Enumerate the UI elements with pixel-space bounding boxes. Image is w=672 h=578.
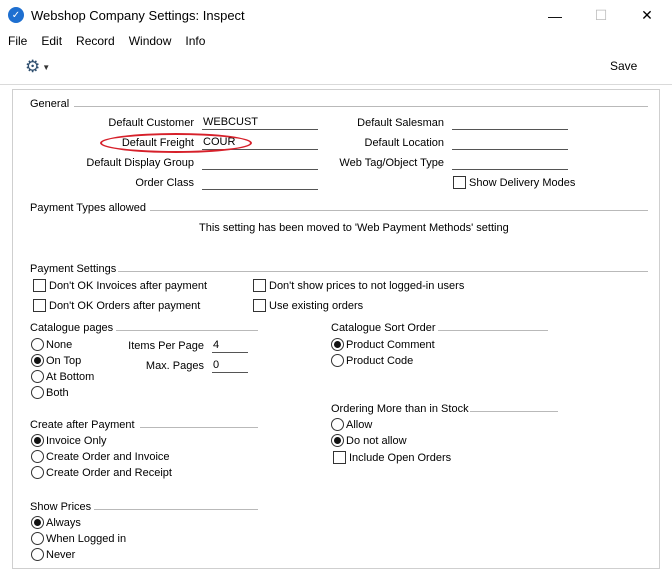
default-location-label: Default Location <box>364 137 445 149</box>
show-prices-title: Show Prices <box>30 501 92 513</box>
always-radio[interactable] <box>31 516 44 529</box>
include-open-orders-label: Include Open Orders <box>349 452 452 464</box>
catalogue-at-bottom-radio[interactable] <box>31 370 44 383</box>
when-logged-in-label: When Logged in <box>46 533 127 545</box>
general-divider <box>74 106 648 107</box>
catalogue-pages-divider <box>116 330 258 331</box>
payment-types-divider <box>150 210 648 211</box>
catalogue-none-radio[interactable] <box>31 338 44 351</box>
payment-settings-title: Payment Settings <box>30 263 117 275</box>
default-customer-field[interactable]: WEBCUST <box>202 116 318 130</box>
max-pages-label: Max. Pages <box>145 360 204 372</box>
web-tag-field[interactable] <box>452 156 568 170</box>
default-display-group-label: Default Display Group <box>86 157 194 169</box>
highlight-ellipse <box>100 133 252 153</box>
dont-show-prices-label: Don't show prices to not logged-in users <box>269 280 465 292</box>
items-per-page-field[interactable]: 4 <box>212 339 248 353</box>
web-tag-label: Web Tag/Object Type <box>339 157 444 169</box>
never-radio[interactable] <box>31 548 44 561</box>
use-existing-orders-checkbox[interactable] <box>253 299 266 312</box>
catalogue-both-label: Both <box>46 387 69 399</box>
default-salesman-label: Default Salesman <box>357 117 444 129</box>
create-order-invoice-label: Create Order and Invoice <box>46 451 170 463</box>
general-section-title: General <box>30 98 70 110</box>
dont-ok-invoices-checkbox[interactable] <box>33 279 46 292</box>
dont-ok-orders-checkbox[interactable] <box>33 299 46 312</box>
catalogue-on-top-label: On Top <box>46 355 82 367</box>
max-pages-field[interactable]: 0 <box>212 359 248 373</box>
show-delivery-modes-label: Show Delivery Modes <box>469 177 576 189</box>
ordering-more-divider <box>470 411 558 412</box>
catalogue-on-top-radio[interactable] <box>31 354 44 367</box>
items-per-page-label: Items Per Page <box>128 340 204 352</box>
sort-product-code-radio[interactable] <box>331 354 344 367</box>
sort-product-code-label: Product Code <box>346 355 414 367</box>
catalogue-sort-title: Catalogue Sort Order <box>331 322 436 334</box>
when-logged-in-radio[interactable] <box>31 532 44 545</box>
do-not-allow-radio[interactable] <box>331 434 344 447</box>
include-open-orders-checkbox[interactable] <box>333 451 346 464</box>
payment-types-title: Payment Types allowed <box>30 202 146 214</box>
order-class-label: Order Class <box>135 177 194 189</box>
sort-product-comment-label: Product Comment <box>346 339 435 351</box>
payment-settings-divider <box>118 271 648 272</box>
dont-ok-orders-label: Don't OK Orders after payment <box>49 300 201 312</box>
default-location-field[interactable] <box>452 136 568 150</box>
do-not-allow-label: Do not allow <box>346 435 407 447</box>
catalogue-sort-divider <box>438 330 548 331</box>
sort-product-comment-radio[interactable] <box>331 338 344 351</box>
catalogue-none-label: None <box>46 339 73 351</box>
catalogue-at-bottom-label: At Bottom <box>46 371 95 383</box>
always-label: Always <box>46 517 81 529</box>
invoice-only-radio[interactable] <box>31 434 44 447</box>
invoice-only-label: Invoice Only <box>46 435 107 447</box>
catalogue-both-radio[interactable] <box>31 386 44 399</box>
default-salesman-field[interactable] <box>452 116 568 130</box>
dont-show-prices-checkbox[interactable] <box>253 279 266 292</box>
create-order-receipt-radio[interactable] <box>31 466 44 479</box>
order-class-field[interactable] <box>202 176 318 190</box>
create-order-receipt-label: Create Order and Receipt <box>46 467 172 479</box>
use-existing-orders-label: Use existing orders <box>269 300 364 312</box>
payment-types-message: This setting has been moved to 'Web Paym… <box>199 222 509 234</box>
ordering-more-title: Ordering More than in Stock <box>331 403 469 415</box>
show-prices-divider <box>94 509 258 510</box>
default-customer-label: Default Customer <box>108 117 194 129</box>
catalogue-pages-title: Catalogue pages <box>30 322 114 334</box>
default-display-group-field[interactable] <box>202 156 318 170</box>
allow-radio[interactable] <box>331 418 344 431</box>
create-after-payment-divider <box>140 427 258 428</box>
create-after-payment-title: Create after Payment <box>30 419 135 431</box>
create-order-invoice-radio[interactable] <box>31 450 44 463</box>
allow-label: Allow <box>346 419 373 431</box>
show-delivery-modes-checkbox[interactable] <box>453 176 466 189</box>
dont-ok-invoices-label: Don't OK Invoices after payment <box>49 280 208 292</box>
never-label: Never <box>46 549 76 561</box>
